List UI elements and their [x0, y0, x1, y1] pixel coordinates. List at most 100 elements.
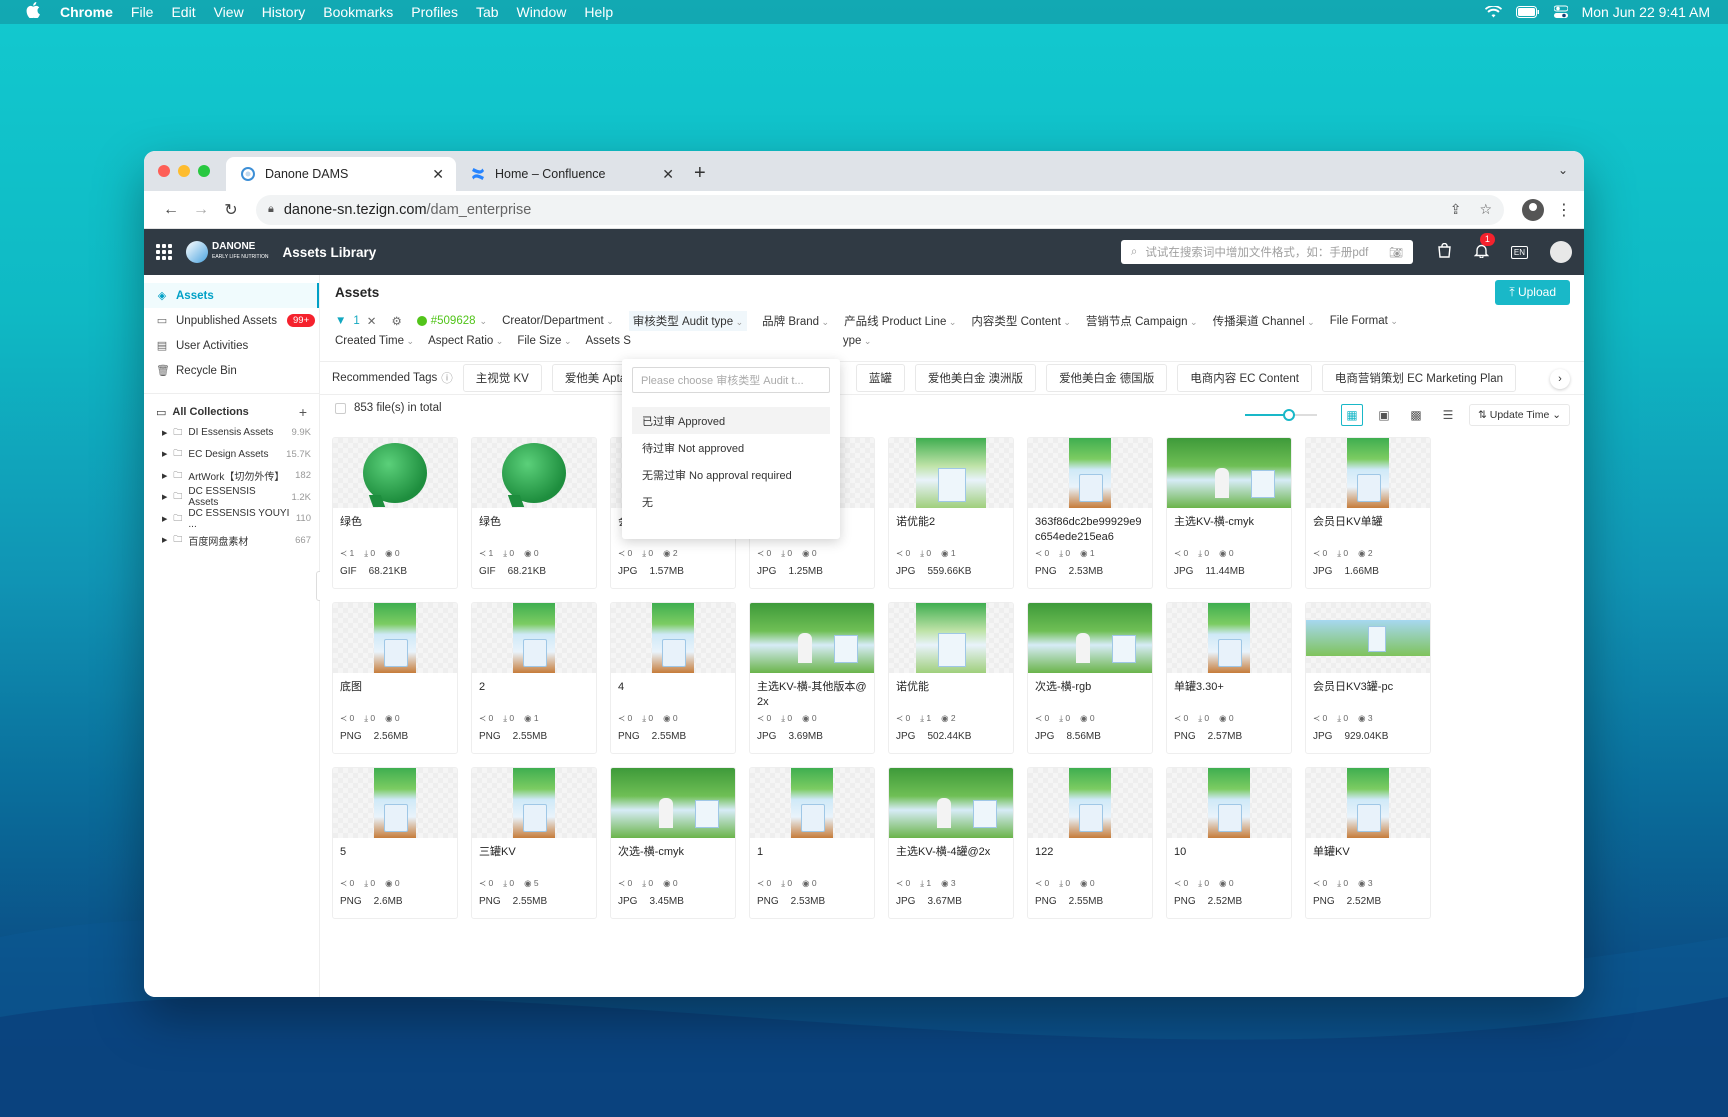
asset-card[interactable]: 1 ≺ 0 ⤓ 0 ◉ 0 PNG 2.53MB	[749, 767, 875, 919]
tag-chip[interactable]: 蓝罐	[855, 364, 905, 392]
shopping-bag-icon[interactable]	[1437, 242, 1452, 261]
menu-view[interactable]: View	[214, 4, 244, 20]
asset-card[interactable]: 底图 ≺ 0 ⤓ 0 ◉ 0 PNG 2.56MB	[332, 602, 458, 754]
collection-item[interactable]: ▶ 🗀 DC ESSENSIS Assets 1.2K	[144, 486, 319, 508]
asset-card[interactable]: 主选KV-横-4罐@2x ≺ 0 ⤓ 1 ◉ 3 JPG 3.67MB	[888, 767, 1014, 919]
asset-thumbnail[interactable]	[611, 768, 735, 838]
asset-card[interactable]: 次选-横-cmyk ≺ 0 ⤓ 0 ◉ 0 JPG 3.45MB	[610, 767, 736, 919]
asset-thumbnail[interactable]	[333, 438, 457, 508]
tag-chip[interactable]: 爱他美白金 德国版	[1046, 364, 1168, 392]
asset-card[interactable]: 绿色 ≺ 1 ⤓ 0 ◉ 0 GIF 68.21KB	[332, 437, 458, 589]
menu-profiles[interactable]: Profiles	[411, 4, 458, 20]
tag-chip[interactable]: 爱他美白金 澳洲版	[914, 364, 1037, 392]
tab-danone-dams[interactable]: Danone DAMS ✕	[226, 157, 456, 191]
reload-icon[interactable]: ↻	[216, 200, 246, 220]
asset-card[interactable]: 诺优能 ≺ 0 ⤓ 1 ◉ 2 JPG 502.44KB	[888, 602, 1014, 754]
tab-search-chevron-icon[interactable]: ⌄	[1558, 163, 1568, 177]
sidebar-item-assets[interactable]: ◈ Assets	[144, 283, 319, 308]
asset-thumbnail[interactable]	[472, 438, 596, 508]
language-switch[interactable]: EN	[1510, 245, 1528, 259]
audit-option-not-approved[interactable]: 待过审 Not approved	[632, 434, 830, 461]
tab-confluence[interactable]: Home – Confluence ✕	[456, 157, 686, 191]
audit-type-search-input[interactable]: Please choose 审核类型 Audit t...	[632, 367, 830, 393]
asset-card[interactable]: 单罐KV ≺ 0 ⤓ 0 ◉ 3 PNG 2.52MB	[1305, 767, 1431, 919]
asset-thumbnail[interactable]	[333, 603, 457, 673]
slider-knob[interactable]	[1283, 409, 1296, 421]
upload-button[interactable]: ⤒ Upload	[1495, 280, 1570, 305]
asset-card[interactable]: 会员日KV3罐-pc ≺ 0 ⤓ 0 ◉ 3 JPG 929.04KB	[1305, 602, 1431, 754]
clear-filter-icon[interactable]: ✕	[367, 314, 377, 328]
more-menu-icon[interactable]: ⋮	[1556, 200, 1572, 220]
url-field[interactable]: 🔒︎ danone-sn.tezign.com/dam_enterprise ⇪…	[256, 194, 1504, 225]
asset-thumbnail[interactable]	[611, 603, 735, 673]
audit-option-approved[interactable]: 已过审 Approved	[632, 407, 830, 434]
select-all-checkbox[interactable]	[335, 402, 346, 414]
menu-window[interactable]: Window	[517, 4, 567, 20]
tag-chip[interactable]: 主视觉 KV	[462, 364, 542, 392]
expand-triangle-icon[interactable]: ▶	[162, 493, 167, 501]
filter-settings-gear-icon[interactable]: ⚙	[391, 314, 401, 328]
filter-file-size[interactable]: File Size	[517, 335, 571, 347]
menubar-app-name[interactable]: Chrome	[60, 4, 113, 20]
sidebar-item-recycle-bin[interactable]: 🗑︎ Recycle Bin	[144, 358, 319, 383]
asset-card[interactable]: 绿色 ≺ 1 ⤓ 0 ◉ 0 GIF 68.21KB	[471, 437, 597, 589]
asset-thumbnail[interactable]	[889, 768, 1013, 838]
asset-thumbnail[interactable]	[1306, 768, 1430, 838]
sidebar-item-unpublished[interactable]: ▭ Unpublished Assets 99+	[144, 308, 319, 333]
global-search-input[interactable]: ⌕ 试试在搜索词中增加文件格式，如：手册pdf 📷︎	[1120, 240, 1413, 264]
menubar-clock[interactable]: Mon Jun 22 9:41 AM	[1582, 4, 1710, 20]
filter-brand[interactable]: 品牌 Brand	[762, 313, 829, 329]
asset-card[interactable]: 5 ≺ 0 ⤓ 0 ◉ 0 PNG 2.6MB	[332, 767, 458, 919]
app-launcher-icon[interactable]	[156, 244, 172, 260]
asset-card[interactable]: 次选-横-rgb ≺ 0 ⤓ 0 ◉ 0 JPG 8.56MB	[1027, 602, 1153, 754]
asset-card[interactable]: 4 ≺ 0 ⤓ 0 ◉ 0 PNG 2.55MB	[610, 602, 736, 754]
minimize-window-button[interactable]	[178, 165, 190, 177]
battery-icon[interactable]	[1515, 6, 1540, 18]
asset-card[interactable]: 单罐3.30+ ≺ 0 ⤓ 0 ◉ 0 PNG 2.57MB	[1166, 602, 1292, 754]
apple-icon[interactable]	[26, 1, 42, 23]
close-tab-icon[interactable]: ✕	[432, 166, 444, 183]
filter-channel[interactable]: 传播渠道 Channel	[1213, 313, 1315, 329]
asset-thumbnail[interactable]	[750, 603, 874, 673]
expand-triangle-icon[interactable]: ▶	[162, 472, 167, 480]
forward-arrow-icon[interactable]: →	[186, 201, 216, 219]
menu-edit[interactable]: Edit	[171, 4, 195, 20]
expand-triangle-icon[interactable]: ▶	[162, 450, 167, 458]
collections-header[interactable]: ▭ All Collections +	[144, 402, 319, 422]
asset-card[interactable]: 主选KV-横-其他版本@2x ≺ 0 ⤓ 0 ◉ 0 JPG 3.69MB	[749, 602, 875, 754]
info-icon[interactable]: ⓘ	[441, 370, 453, 386]
menu-help[interactable]: Help	[584, 4, 613, 20]
active-filter-pill[interactable]: ▼ 1 ✕	[335, 314, 376, 328]
close-window-button[interactable]	[158, 165, 170, 177]
grid-view-icon[interactable]: ▦	[1341, 404, 1364, 426]
asset-thumbnail[interactable]	[1167, 603, 1291, 673]
list-view-icon[interactable]: ☰	[1437, 404, 1459, 426]
new-tab-button[interactable]: +	[694, 162, 706, 185]
tag-chip[interactable]: 电商营销策划 EC Marketing Plan	[1321, 364, 1516, 392]
masonry-view-icon[interactable]: ▩	[1405, 404, 1427, 426]
wifi-icon[interactable]	[1484, 6, 1502, 18]
asset-card[interactable]: 会员日KV单罐 ≺ 0 ⤓ 0 ◉ 2 JPG 1.66MB	[1305, 437, 1431, 589]
asset-thumbnail[interactable]	[472, 768, 596, 838]
add-collection-icon[interactable]: +	[299, 404, 307, 420]
asset-card[interactable]: 三罐KV ≺ 0 ⤓ 0 ◉ 5 PNG 2.55MB	[471, 767, 597, 919]
asset-card[interactable]: 363f86dc2be99929e9c654ede215ea6 ≺ 0 ⤓ 0 ◉ 1…	[1027, 437, 1153, 589]
danone-logo[interactable]: DANONE EARLY LIFE NUTRITION	[186, 241, 269, 263]
bookmark-star-icon[interactable]: ☆	[1479, 201, 1492, 218]
filter-type[interactable]: ype	[843, 335, 872, 347]
back-arrow-icon[interactable]: ←	[156, 201, 186, 219]
expand-triangle-icon[interactable]: ▶	[162, 536, 167, 544]
tags-next-chevron-icon[interactable]: ›	[1550, 369, 1570, 389]
sort-dropdown[interactable]: ⇅ Update Time ⌄	[1469, 404, 1570, 426]
lock-icon[interactable]: 🔒︎	[268, 203, 274, 216]
asset-card[interactable]: 主选KV-横-cmyk ≺ 0 ⤓ 0 ◉ 0 JPG 11.44MB	[1166, 437, 1292, 589]
image-search-camera-icon[interactable]: 📷︎	[1389, 246, 1403, 259]
expand-triangle-icon[interactable]: ▶	[162, 515, 167, 523]
collection-item[interactable]: ▶ 🗀 百度网盘素材 667	[144, 530, 319, 552]
asset-thumbnail[interactable]	[1028, 438, 1152, 508]
filter-aspect-ratio[interactable]: Aspect Ratio	[428, 335, 503, 347]
collection-item[interactable]: ▶ 🗀 DC ESSENSIS YOUYI ... 110	[144, 508, 319, 530]
notification-bell-icon[interactable]: 1	[1473, 233, 1495, 261]
asset-thumbnail[interactable]	[1306, 603, 1430, 673]
asset-thumbnail[interactable]	[1028, 603, 1152, 673]
